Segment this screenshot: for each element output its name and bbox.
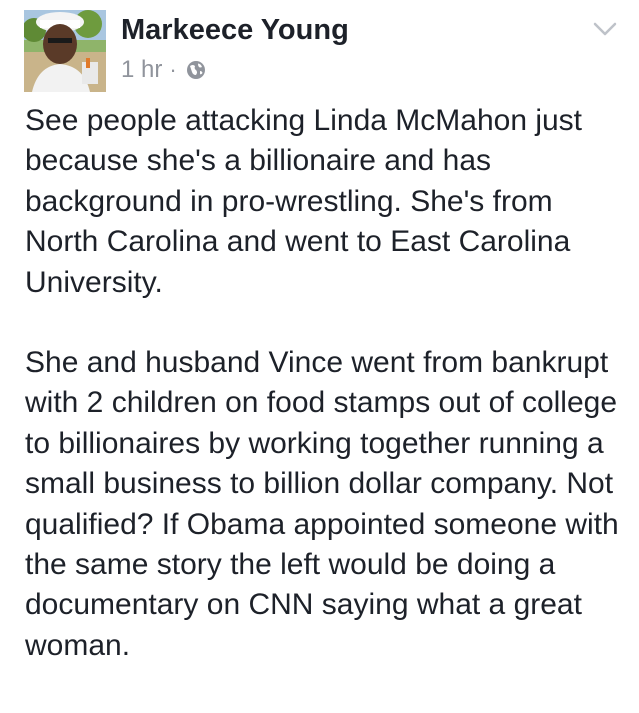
profile-photo xyxy=(24,10,106,92)
post-meta: 1 hr · xyxy=(121,55,206,85)
author-name[interactable]: Markeece Young xyxy=(121,12,349,48)
post-paragraph: She and husband Vince went from bankrupt… xyxy=(25,346,619,662)
post-body: See people attacking Linda McMahon just … xyxy=(25,101,625,666)
globe-icon[interactable] xyxy=(186,60,206,80)
post-paragraph: See people attacking Linda McMahon just … xyxy=(25,104,583,299)
facebook-post: Markeece Young 1 hr · See people attacki… xyxy=(0,0,639,713)
meta-separator: · xyxy=(169,57,177,82)
avatar[interactable] xyxy=(24,10,106,92)
chevron-down-icon[interactable] xyxy=(592,20,618,38)
post-timestamp[interactable]: 1 hr xyxy=(121,56,162,84)
